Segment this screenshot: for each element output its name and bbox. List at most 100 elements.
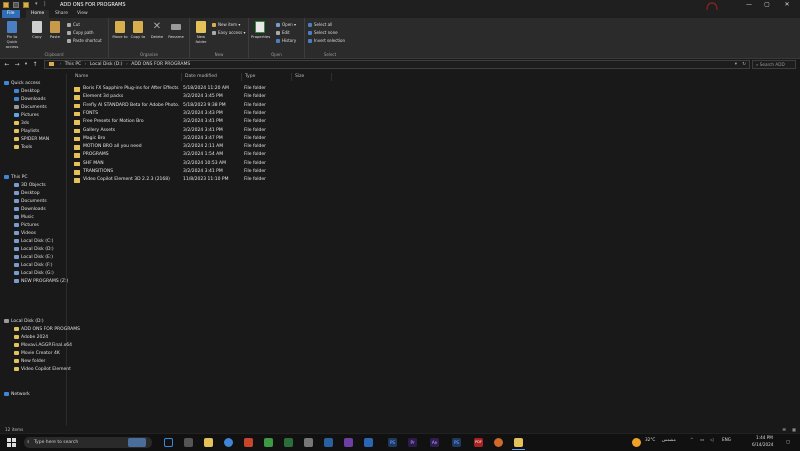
forward-arrow-icon[interactable]: → xyxy=(13,61,21,69)
cut-button[interactable]: Cut xyxy=(67,21,80,28)
tab-file[interactable]: File xyxy=(2,10,20,18)
language-indicator[interactable]: ENG xyxy=(722,437,731,442)
select-none-button[interactable]: Select none xyxy=(308,29,338,36)
nav-quick-item[interactable]: Playlists xyxy=(14,128,39,135)
search-input[interactable]: ⌕ Search ADD xyxy=(752,60,796,69)
table-row[interactable]: Free Presets for Motion Bro 3/2/2024 3:41… xyxy=(72,118,372,126)
nav-pc-item[interactable]: Videos xyxy=(14,230,36,237)
file-explorer-icon[interactable] xyxy=(204,438,213,447)
app-icon[interactable] xyxy=(244,438,253,447)
tab-view[interactable]: View xyxy=(72,10,93,18)
table-row[interactable]: FONTS 3/2/2024 3:43 PM File folder xyxy=(72,110,372,118)
address-dropdown-icon[interactable]: ▾ xyxy=(735,61,737,69)
customize-toolbar-icon[interactable]: ▾ xyxy=(35,1,38,7)
paste-shortcut-button[interactable]: Paste shortcut xyxy=(67,37,102,44)
select-all-button[interactable]: Select all xyxy=(308,21,332,28)
volume-icon[interactable]: ◁ xyxy=(710,437,713,442)
table-row[interactable]: Video Copilot Element 3D 2.2.3 (2168) 11/… xyxy=(72,176,372,184)
network-tray-icon[interactable]: ▭ xyxy=(700,437,704,442)
table-row[interactable]: Magic Bro 3/2/2024 3:47 PM File folder xyxy=(72,135,372,143)
nav-disk-item[interactable]: Movie Creator 4K xyxy=(14,350,60,357)
breadcrumb-local-disk[interactable]: Local Disk (D:) xyxy=(90,62,123,67)
tray-arrow-icon[interactable]: ^ xyxy=(690,437,694,442)
column-header-type[interactable]: Type xyxy=(242,73,292,81)
nav-pc-item[interactable]: Local Disk (G:) xyxy=(14,270,54,277)
app-icon[interactable] xyxy=(324,438,333,447)
new-folder-quick-icon[interactable] xyxy=(23,2,29,8)
table-row[interactable]: PROGRAMS 3/2/2024 1:54 AM File folder xyxy=(72,151,372,159)
column-header-name[interactable]: Name xyxy=(72,73,182,81)
nav-quick-item[interactable]: SPIDER MAN xyxy=(14,136,49,143)
table-row[interactable]: Element 3d packs 3/2/2024 3:45 PM File fol… xyxy=(72,93,372,101)
pin-quick-access-button[interactable]: Pin to Quick access xyxy=(3,21,21,49)
windows-start-icon[interactable] xyxy=(7,438,16,447)
premiere-icon[interactable]: Pr xyxy=(408,438,417,447)
nav-pc-item[interactable]: Local Disk (C:) xyxy=(14,238,53,245)
invert-selection-button[interactable]: Invert selection xyxy=(308,37,345,44)
large-icons-view-icon[interactable]: ▦ xyxy=(792,426,796,433)
copy-to-button[interactable]: Copy to xyxy=(129,21,147,39)
nav-pc-item[interactable]: Music xyxy=(14,214,34,221)
nav-pc-item[interactable]: Local Disk (F:) xyxy=(14,262,52,269)
nav-local-disk-d[interactable]: Local Disk (D:) xyxy=(4,318,44,325)
table-row[interactable]: TRANSITIONS 3/2/2024 3:41 PM File folder xyxy=(72,168,372,176)
app-icon[interactable] xyxy=(344,438,353,447)
nav-pc-item[interactable]: NEW PROGRAMS (Z:) xyxy=(14,278,68,285)
copy-button[interactable]: Copy xyxy=(28,21,46,39)
weather-temp[interactable]: 32°C xyxy=(645,437,655,442)
table-row[interactable]: MOTION BRO all you need 3/2/2024 2:11 AM F… xyxy=(72,143,372,151)
table-row[interactable]: Firefly AI STANDARD Beta for Adobe Photo… xyxy=(72,102,372,110)
clock-time[interactable]: 1:44 PM xyxy=(756,435,773,440)
refresh-icon[interactable]: ↻ xyxy=(742,61,746,69)
nav-quick-item[interactable]: Tools xyxy=(14,144,32,151)
photoshop-icon[interactable]: PS xyxy=(452,438,461,447)
nav-quick-item[interactable]: Pictures xyxy=(14,112,39,119)
breadcrumb-current-folder[interactable]: ADD ONS FOR PROGRAMS xyxy=(131,62,190,67)
nav-pc-item[interactable]: 3D Objects xyxy=(14,182,46,189)
nav-network[interactable]: Network xyxy=(4,391,30,398)
nav-pc-item[interactable]: Pictures xyxy=(14,222,39,229)
paste-button[interactable]: Paste xyxy=(46,21,64,39)
new-folder-button[interactable]: New folder xyxy=(192,21,210,44)
column-header-date[interactable]: Date modified xyxy=(182,73,242,81)
app-icon[interactable] xyxy=(304,438,313,447)
maximize-button[interactable]: ▢ xyxy=(760,0,774,10)
nav-disk-item[interactable]: Adobe 2024 xyxy=(14,334,48,341)
move-to-button[interactable]: Move to xyxy=(111,21,129,39)
nav-pc-item[interactable]: Desktop xyxy=(14,190,40,197)
back-arrow-icon[interactable]: ← xyxy=(3,61,11,69)
nav-quick-item[interactable]: 3ds xyxy=(14,120,29,127)
history-button[interactable]: History xyxy=(276,37,296,44)
task-view-icon[interactable] xyxy=(184,438,193,447)
recent-locations-icon[interactable]: ▾ xyxy=(22,61,30,69)
properties-button[interactable]: Properties xyxy=(251,21,270,39)
quick-access-toolbar-icon[interactable] xyxy=(13,2,19,8)
edit-button[interactable]: Edit xyxy=(276,29,290,36)
copy-path-button[interactable]: Copy path xyxy=(67,29,94,36)
app-icon[interactable] xyxy=(364,438,373,447)
tab-home[interactable]: Home xyxy=(26,10,50,18)
nav-pc-item[interactable]: Documents xyxy=(14,198,47,205)
pdf-icon[interactable]: PDF xyxy=(474,438,483,447)
after-effects-icon[interactable]: Ae xyxy=(430,438,439,447)
nav-disk-item[interactable]: New folder xyxy=(14,358,45,365)
edge-browser-icon[interactable] xyxy=(164,438,173,447)
nav-pc-item[interactable]: Local Disk (D:) xyxy=(14,246,54,253)
address-bar[interactable]: › This PC › Local Disk (D:) › ADD ONS FO… xyxy=(44,60,750,69)
new-item-button[interactable]: New item ▾ xyxy=(212,21,240,28)
details-view-icon[interactable]: ☰ xyxy=(782,426,786,433)
delete-button[interactable]: ✕ Delete xyxy=(148,21,166,39)
notification-icon[interactable]: ▢ xyxy=(786,439,790,444)
app-icon[interactable] xyxy=(264,438,273,447)
chrome-icon[interactable] xyxy=(224,438,233,447)
weather-text[interactable]: مشمس xyxy=(662,437,676,442)
table-row[interactable]: Boris FX Sapphire Plug-ins for After Eff… xyxy=(72,85,372,93)
clock-date[interactable]: 6/14/2024 xyxy=(752,442,773,447)
rename-button[interactable]: Rename xyxy=(167,21,185,39)
app-icon[interactable] xyxy=(494,438,503,447)
minimize-button[interactable]: — xyxy=(742,0,756,10)
nav-quick-item[interactable]: Documents xyxy=(14,104,47,111)
app-icon[interactable] xyxy=(284,438,293,447)
table-row[interactable]: Gallery Assets 3/2/2024 3:41 PM File folde… xyxy=(72,127,372,135)
nav-disk-item[interactable]: Video Copilot Element xyxy=(14,366,71,373)
